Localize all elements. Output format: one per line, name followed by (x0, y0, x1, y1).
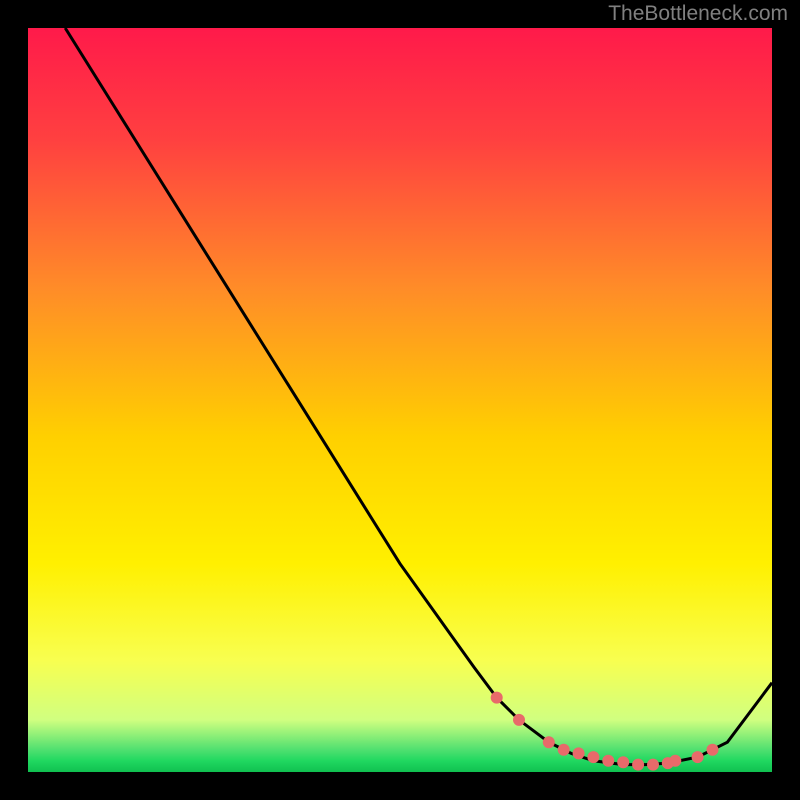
data-marker (669, 755, 681, 767)
data-marker (617, 756, 629, 768)
data-marker (632, 759, 644, 771)
data-marker (573, 747, 585, 759)
data-marker (491, 692, 503, 704)
data-marker (602, 755, 614, 767)
data-marker (587, 751, 599, 763)
data-marker (707, 744, 719, 756)
data-marker (513, 714, 525, 726)
plot-area (28, 28, 772, 772)
data-marker (647, 759, 659, 771)
chart-curve (28, 28, 772, 772)
data-marker (692, 751, 704, 763)
data-marker (558, 744, 570, 756)
data-marker (543, 736, 555, 748)
watermark-text: TheBottleneck.com (608, 2, 788, 26)
